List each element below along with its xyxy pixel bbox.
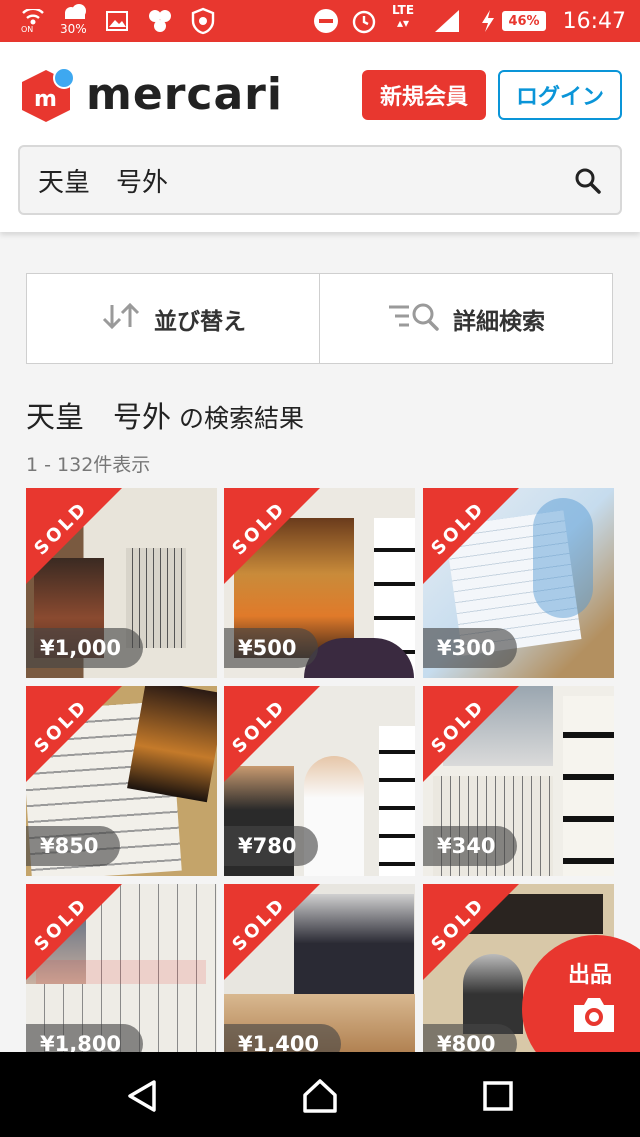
alarm-icon <box>350 0 378 42</box>
svg-text:m: m <box>34 87 57 112</box>
product-tile[interactable]: SOLD ¥1,000 <box>26 488 217 678</box>
sort-label: 並び替え <box>154 308 246 335</box>
results-query: 天皇 号外 <box>26 400 172 434</box>
gallery-icon <box>104 0 130 42</box>
camera-icon <box>570 995 618 1039</box>
price-tag: ¥300 <box>423 628 518 668</box>
mercari-logo[interactable]: m mercari <box>18 64 283 124</box>
price-tag: ¥780 <box>224 826 319 866</box>
back-icon[interactable] <box>122 1076 162 1116</box>
sort-icon <box>100 301 154 337</box>
home-icon[interactable] <box>300 1076 340 1116</box>
price-tag: ¥1,000 <box>26 628 144 668</box>
network-type: LTE ▴▾ <box>392 3 415 30</box>
status-bar: ON 30% LTE ▴▾ 46% 16:47 <box>0 0 640 42</box>
charging-icon <box>478 0 498 42</box>
product-tile[interactable]: SOLD ¥850 <box>26 686 217 876</box>
sell-label: 出品 <box>568 963 613 988</box>
product-tile[interactable]: SOLD ¥500 <box>224 488 415 678</box>
battery-indicator: 46% <box>502 11 546 31</box>
product-tile[interactable]: SOLD ¥1,400 <box>224 884 415 1052</box>
sort-button[interactable]: 並び替え <box>27 274 319 363</box>
vpn-icon <box>188 0 218 42</box>
product-tile[interactable]: SOLD ¥780 <box>224 686 415 876</box>
product-tile[interactable]: SOLD ¥1,800 <box>26 884 217 1052</box>
results-count: 1 - 132件表示 <box>26 454 151 476</box>
recents-icon[interactable] <box>478 1076 518 1116</box>
results-suffix: の検索結果 <box>171 404 304 433</box>
notification-percentage: 30% <box>60 22 87 36</box>
product-tile[interactable]: SOLD ¥300 <box>423 488 614 678</box>
login-button[interactable]: ログイン <box>498 70 622 120</box>
price-tag: ¥800 <box>423 1024 518 1052</box>
brand-name: mercari <box>86 68 283 120</box>
price-tag: ¥340 <box>423 826 518 866</box>
signup-button[interactable]: 新規会員 <box>362 70 486 120</box>
product-tile[interactable]: SOLD ¥340 <box>423 686 614 876</box>
filter-search-icon <box>387 301 453 337</box>
app-icon <box>144 0 176 42</box>
price-tag: ¥1,800 <box>26 1024 144 1052</box>
wifi-calling-icon: ON <box>16 0 50 42</box>
app-header: m mercari 新規会員 ログイン 天皇 号外 <box>0 42 640 232</box>
price-tag: ¥850 <box>26 826 121 866</box>
system-nav-bar <box>0 1052 640 1137</box>
advanced-search-button[interactable]: 詳細検索 <box>319 274 612 363</box>
results-title: 天皇 号外 の検索結果 <box>26 394 304 436</box>
search-controls: 並び替え 詳細検索 <box>26 273 613 364</box>
dnd-icon <box>312 0 340 42</box>
svg-text:ON: ON <box>21 25 33 33</box>
weather-icon <box>58 0 90 24</box>
search-input[interactable]: 天皇 号外 <box>38 147 168 213</box>
clock: 16:47 <box>562 8 626 34</box>
mercari-logo-icon: m <box>18 66 75 122</box>
price-tag: ¥1,400 <box>224 1024 342 1052</box>
signal-icon <box>432 0 462 42</box>
advanced-search-label: 詳細検索 <box>453 308 545 335</box>
search-icon[interactable] <box>574 167 602 195</box>
search-bar[interactable]: 天皇 号外 <box>18 145 622 215</box>
price-tag: ¥500 <box>224 628 319 668</box>
